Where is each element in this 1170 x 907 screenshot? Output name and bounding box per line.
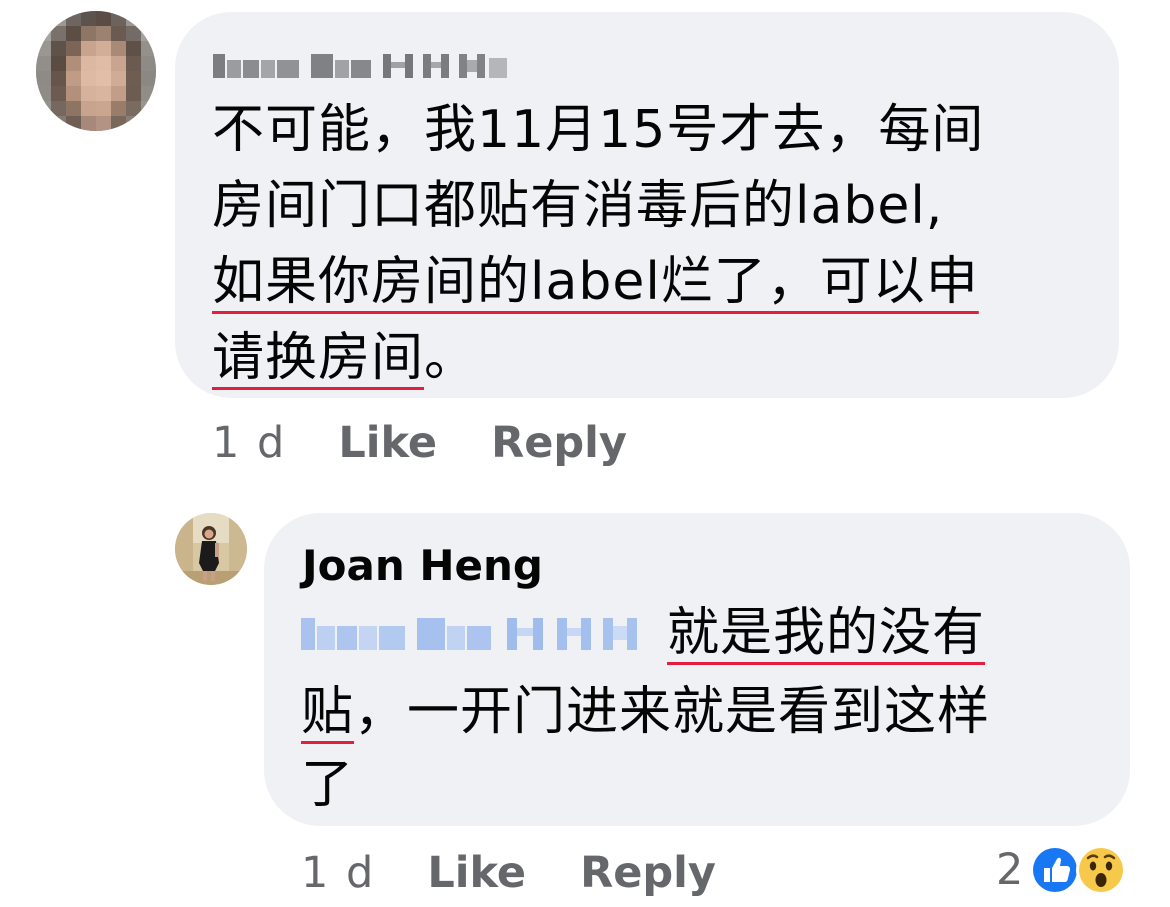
comment-text: 不可能，我11月15号才去，每间 房间门口都贴有消毒后的label, 如果你房间… [212,92,1102,396]
comment-timestamp[interactable]: 1 d [212,418,286,468]
comment-text-line: 就是我的没有 [301,597,1101,676]
comment-text-line: 房间门口都贴有消毒后的label, [212,176,944,236]
comment-text-line: 如果你房间的label烂了，可以申 [212,244,1102,320]
comment-actions: 1 d Like Reply [301,848,770,898]
reply-button[interactable]: Reply [491,418,627,468]
comment-bubble: 不可能，我11月15号才去，每间 房间门口都贴有消毒后的label, 如果你房间… [175,12,1119,398]
comment-actions: 1 d Like Reply [212,418,681,468]
commenter-avatar-pixelated[interactable] [36,11,156,131]
commenter-name-blurred[interactable] [211,48,511,86]
comment-text-line: 了 [301,755,355,815]
comment-timestamp[interactable]: 1 d [301,848,375,898]
comment-text-line: 请换房间。 [212,320,1102,396]
like-button[interactable]: Like [338,418,437,468]
reaction-summary[interactable]: 2 [996,842,1127,898]
spellcheck-underlined-text: 请换房间 [212,328,425,388]
comment-thread: 不可能，我11月15号才去，每间 房间门口都贴有消毒后的label, 如果你房间… [0,0,1170,907]
reaction-count: 2 [996,845,1024,895]
like-button[interactable]: Like [427,848,526,898]
reply-bubble: Joan Heng 就是我的没有 贴，一开门进来就是看到这样 了 [264,513,1130,826]
mention-tag-blurred[interactable] [301,603,653,676]
comment-text-line: 贴，一开门进来就是看到这样 [301,676,1101,749]
spellcheck-underlined-text: 如果你房间的label烂了，可以申 [212,252,979,312]
spellcheck-underlined-text: 就是我的没有 [667,603,986,663]
spellcheck-underlined-text: 贴 [301,682,355,742]
reply-button[interactable]: Reply [580,848,716,898]
comment-text: 就是我的没有 贴，一开门进来就是看到这样 了 [301,597,1101,822]
comment-author-name[interactable]: Joan Heng [302,541,543,590]
comment-text-tail: ，一开门进来就是看到这样 [354,682,991,742]
wow-reaction-icon [1075,844,1127,896]
joan-heng-avatar[interactable] [175,513,247,585]
like-reaction-icon [1029,844,1081,896]
comment-text-line: 不可能，我11月15号才去，每间 [212,100,985,160]
comment-text-tail: 。 [424,328,478,388]
